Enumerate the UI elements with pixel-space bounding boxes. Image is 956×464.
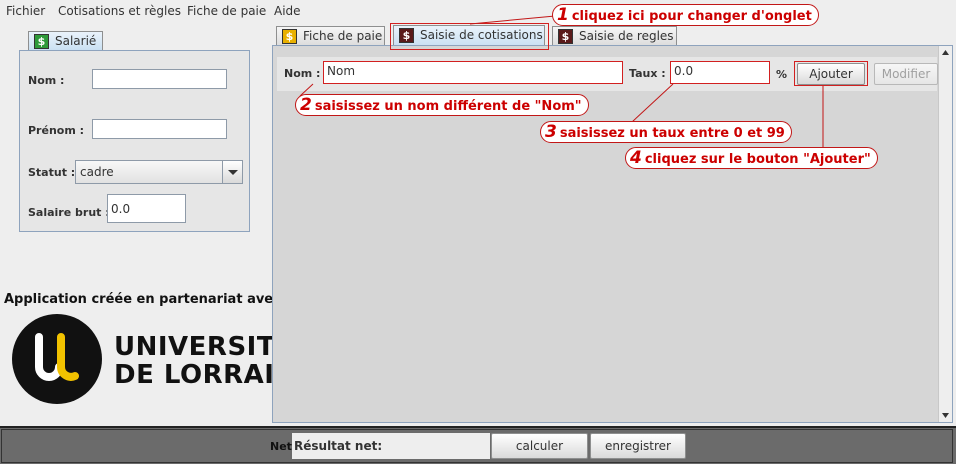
bottom-bar: Net Résultat net: calculer enregistrer	[0, 426, 956, 464]
callout-2-text: saisissez un nom différent de "Nom"	[314, 99, 582, 114]
callout-4-number: 4	[630, 148, 642, 168]
calculer-button[interactable]: calculer	[491, 433, 588, 459]
net-label: Net	[270, 440, 292, 453]
net-result-field[interactable]: Résultat net:	[292, 433, 490, 459]
callout-1: 1 cliquez ici pour changer d'onglet	[552, 4, 819, 26]
callout-4-text: cliquez sur le bouton "Ajouter"	[644, 152, 871, 167]
enregistrer-button[interactable]: enregistrer	[590, 433, 686, 459]
callout-1-number: 1	[557, 5, 569, 25]
callout-4: 4 cliquez sur le bouton "Ajouter"	[625, 147, 878, 169]
callout-connectors	[299, 15, 824, 148]
callout-2: 2 saisissez un nom différent de "Nom"	[295, 94, 589, 116]
callout-2-number: 2	[300, 95, 312, 115]
callout-3-number: 3	[545, 122, 557, 142]
callout-3-text: saisissez un taux entre 0 et 99	[559, 126, 785, 141]
callout-3: 3 saisissez un taux entre 0 et 99	[540, 121, 792, 143]
callout-1-text: cliquez ici pour changer d'onglet	[571, 9, 812, 24]
